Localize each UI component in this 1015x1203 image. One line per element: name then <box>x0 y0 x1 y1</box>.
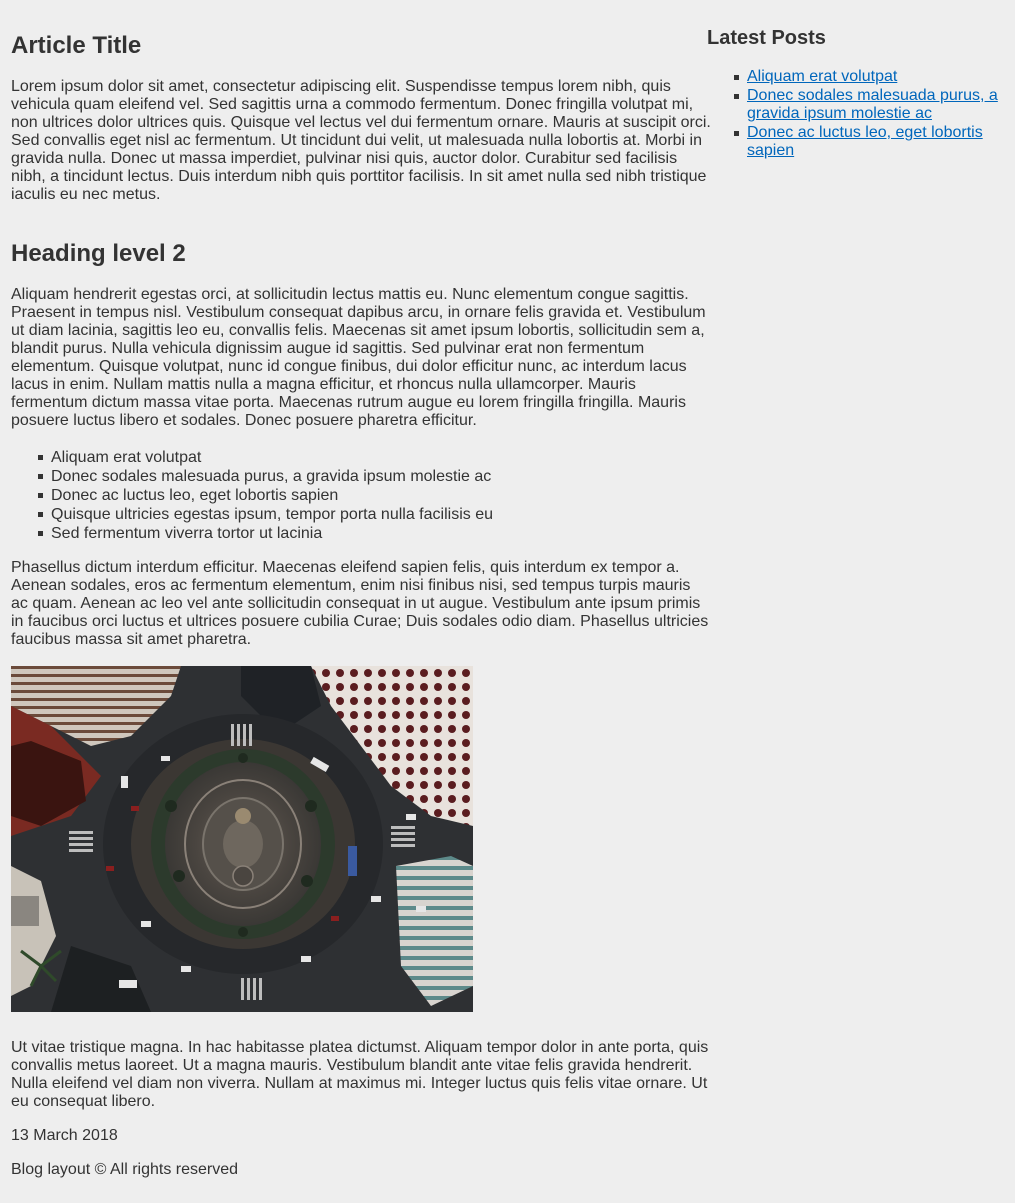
latest-posts-list: Aliquam erat volutpat Donec sodales male… <box>707 68 1007 160</box>
list-item: Sed fermentum viverra tortor ut lacinia <box>38 524 711 543</box>
sidebar: Latest Posts Aliquam erat volutpat Donec… <box>707 0 1007 161</box>
post-date: 13 March 2018 <box>11 1127 118 1144</box>
list-item: Donec sodales malesuada purus, a gravida… <box>38 467 711 486</box>
article: Article Title Lorem ipsum dolor sit amet… <box>11 0 711 1179</box>
latest-post-link[interactable]: Donec ac luctus leo, eget lobortis sapie… <box>747 124 983 159</box>
list-item: Quisque ultricies egestas ipsum, tempor … <box>38 505 711 524</box>
article-title: Article Title <box>11 32 142 59</box>
article-paragraph-3: Phasellus dictum interdum efficitur. Mae… <box>11 559 709 648</box>
latest-post-link[interactable]: Donec sodales malesuada purus, a gravida… <box>747 87 998 122</box>
list-item: Donec sodales malesuada purus, a gravida… <box>734 87 1007 123</box>
latest-post-link[interactable]: Aliquam erat volutpat <box>747 68 897 85</box>
article-paragraph-2: Aliquam hendrerit egestas orci, at solli… <box>11 286 706 429</box>
aerial-city-roundabout-photo <box>11 666 473 1012</box>
list-item: Donec ac luctus leo, eget lobortis sapie… <box>38 486 711 505</box>
section-heading: Heading level 2 <box>11 240 186 267</box>
article-paragraph-4: Ut vitae tristique magna. In hac habitas… <box>11 1039 709 1110</box>
list-item: Donec ac luctus leo, eget lobortis sapie… <box>734 124 1007 160</box>
article-bullet-list: Aliquam erat volutpat Donec sodales male… <box>11 448 711 543</box>
article-intro-paragraph: Lorem ipsum dolor sit amet, consectetur … <box>11 78 711 203</box>
footer-copyright: Blog layout © All rights reserved <box>11 1161 239 1178</box>
sidebar-title: Latest Posts <box>707 27 826 49</box>
list-item: Aliquam erat volutpat <box>734 68 1007 86</box>
list-item: Aliquam erat volutpat <box>38 448 711 467</box>
